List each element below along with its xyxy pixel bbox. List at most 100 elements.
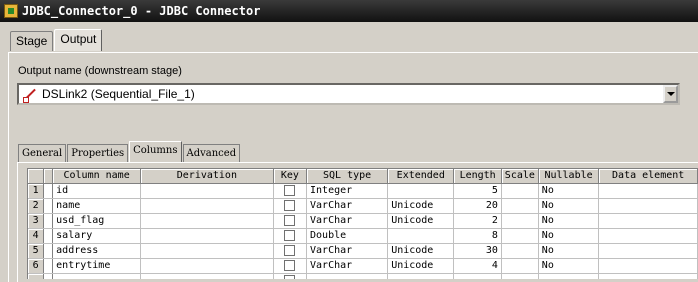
row-number[interactable]: 2 bbox=[28, 198, 45, 214]
cell-data-element[interactable] bbox=[598, 183, 698, 199]
cell-scale[interactable] bbox=[501, 198, 539, 214]
key-checkbox[interactable] bbox=[284, 244, 296, 256]
cell-extended[interactable]: Unicode bbox=[387, 243, 455, 259]
connector-app-icon bbox=[4, 4, 18, 18]
cell-length[interactable]: 4 bbox=[453, 258, 502, 274]
columns-grid[interactable]: Column name Derivation Key SQL type Exte… bbox=[27, 168, 698, 279]
tab-general[interactable]: General bbox=[18, 144, 67, 162]
tab-properties[interactable]: Properties bbox=[67, 144, 129, 162]
output-name-select[interactable]: DSLink2 (Sequential_File_1) bbox=[17, 83, 680, 105]
cell-sql-type[interactable] bbox=[306, 273, 389, 279]
key-checkbox[interactable] bbox=[284, 229, 296, 241]
cell-data-element[interactable] bbox=[598, 273, 698, 279]
cell-column-name[interactable]: id bbox=[52, 183, 142, 199]
row-number[interactable] bbox=[28, 273, 45, 279]
cell-length[interactable]: 20 bbox=[453, 198, 502, 214]
table-row[interactable]: 5 address VarChar Unicode 30 No bbox=[28, 243, 698, 259]
cell-extended[interactable] bbox=[387, 228, 455, 244]
table-row[interactable]: 3 usd_flag VarChar Unicode 2 No bbox=[28, 213, 698, 229]
cell-scale[interactable] bbox=[501, 183, 539, 199]
cell-scale[interactable] bbox=[501, 258, 539, 274]
cell-data-element[interactable] bbox=[598, 198, 698, 214]
header-derivation[interactable]: Derivation bbox=[140, 169, 274, 184]
cell-sql-type[interactable]: VarChar bbox=[306, 243, 389, 259]
row-number[interactable]: 6 bbox=[28, 258, 45, 274]
cell-extended[interactable]: Unicode bbox=[387, 198, 455, 214]
cell-scale[interactable] bbox=[501, 213, 539, 229]
cell-column-name[interactable]: name bbox=[52, 198, 142, 214]
cell-nullable[interactable]: No bbox=[538, 213, 600, 229]
cell-sql-type[interactable]: VarChar bbox=[306, 213, 389, 229]
tab-stage[interactable]: Stage bbox=[10, 31, 54, 51]
header-scale[interactable]: Scale bbox=[501, 169, 539, 184]
cell-sql-type[interactable]: Double bbox=[306, 228, 389, 244]
cell-derivation[interactable] bbox=[140, 183, 274, 199]
cell-extended[interactable]: Unicode bbox=[387, 213, 455, 229]
header-sql-type[interactable]: SQL type bbox=[306, 169, 389, 184]
cell-extended[interactable] bbox=[387, 183, 455, 199]
cell-nullable[interactable]: No bbox=[538, 198, 600, 214]
cell-derivation[interactable] bbox=[140, 198, 274, 214]
cell-data-element[interactable] bbox=[598, 213, 698, 229]
cell-column-name[interactable]: entrytime bbox=[52, 258, 142, 274]
table-row[interactable]: 1 id Integer 5 No bbox=[28, 183, 698, 199]
key-checkbox[interactable] bbox=[284, 199, 296, 211]
cell-nullable[interactable]: No bbox=[538, 228, 600, 244]
link-icon bbox=[22, 86, 38, 103]
table-row[interactable]: 6 entrytime VarChar Unicode 4 No bbox=[28, 258, 698, 274]
row-number[interactable]: 3 bbox=[28, 213, 45, 229]
cell-derivation[interactable] bbox=[140, 213, 274, 229]
cell-derivation[interactable] bbox=[140, 273, 274, 279]
key-checkbox[interactable] bbox=[284, 259, 296, 271]
cell-nullable[interactable] bbox=[538, 273, 600, 279]
cell-length[interactable]: 30 bbox=[453, 243, 502, 259]
cell-scale[interactable] bbox=[501, 228, 539, 244]
cell-sql-type[interactable]: Integer bbox=[306, 183, 389, 199]
header-column-name[interactable]: Column name bbox=[52, 169, 142, 184]
cell-sql-type[interactable]: VarChar bbox=[306, 258, 389, 274]
cell-nullable[interactable]: No bbox=[538, 258, 600, 274]
header-key[interactable]: Key bbox=[273, 169, 308, 184]
cell-data-element[interactable] bbox=[598, 243, 698, 259]
cell-column-name[interactable]: salary bbox=[52, 228, 142, 244]
row-number[interactable]: 5 bbox=[28, 243, 45, 259]
key-checkbox[interactable] bbox=[284, 184, 296, 196]
key-checkbox[interactable] bbox=[284, 274, 296, 279]
header-data-element[interactable]: Data element bbox=[598, 169, 698, 184]
cell-scale[interactable] bbox=[501, 273, 539, 279]
cell-length[interactable]: 2 bbox=[453, 213, 502, 229]
header-length[interactable]: Length bbox=[453, 169, 502, 184]
table-row[interactable]: 4 salary Double 8 No bbox=[28, 228, 698, 244]
output-name-label: Output name (downstream stage) bbox=[18, 65, 182, 77]
cell-column-name[interactable] bbox=[52, 273, 142, 279]
table-row[interactable]: 2 name VarChar Unicode 20 No bbox=[28, 198, 698, 214]
cell-column-name[interactable]: address bbox=[52, 243, 142, 259]
header-nullable[interactable]: Nullable bbox=[538, 169, 600, 184]
cell-key bbox=[273, 273, 308, 279]
cell-nullable[interactable]: No bbox=[538, 183, 600, 199]
cell-length[interactable]: 8 bbox=[453, 228, 502, 244]
cell-sql-type[interactable]: VarChar bbox=[306, 198, 389, 214]
cell-column-name[interactable]: usd_flag bbox=[52, 213, 142, 229]
cell-scale[interactable] bbox=[501, 243, 539, 259]
cell-data-element[interactable] bbox=[598, 228, 698, 244]
row-number[interactable]: 4 bbox=[28, 228, 45, 244]
chevron-down-icon[interactable] bbox=[663, 85, 678, 103]
cell-data-element[interactable] bbox=[598, 258, 698, 274]
cell-length[interactable]: 5 bbox=[453, 183, 502, 199]
cell-derivation[interactable] bbox=[140, 258, 274, 274]
tab-columns[interactable]: Columns bbox=[129, 141, 182, 162]
key-checkbox[interactable] bbox=[284, 214, 296, 226]
title-bar: JDBC_Connector_0 - JDBC Connector bbox=[0, 0, 698, 22]
cell-length[interactable] bbox=[453, 273, 502, 279]
tab-output[interactable]: Output bbox=[54, 29, 103, 51]
cell-extended[interactable]: Unicode bbox=[387, 258, 455, 274]
cell-extended[interactable] bbox=[387, 273, 455, 279]
table-row-empty[interactable] bbox=[28, 273, 698, 279]
row-number[interactable]: 1 bbox=[28, 183, 45, 199]
cell-nullable[interactable]: No bbox=[538, 243, 600, 259]
tab-advanced[interactable]: Advanced bbox=[182, 144, 241, 162]
header-extended[interactable]: Extended bbox=[387, 169, 455, 184]
cell-derivation[interactable] bbox=[140, 243, 274, 259]
cell-derivation[interactable] bbox=[140, 228, 274, 244]
